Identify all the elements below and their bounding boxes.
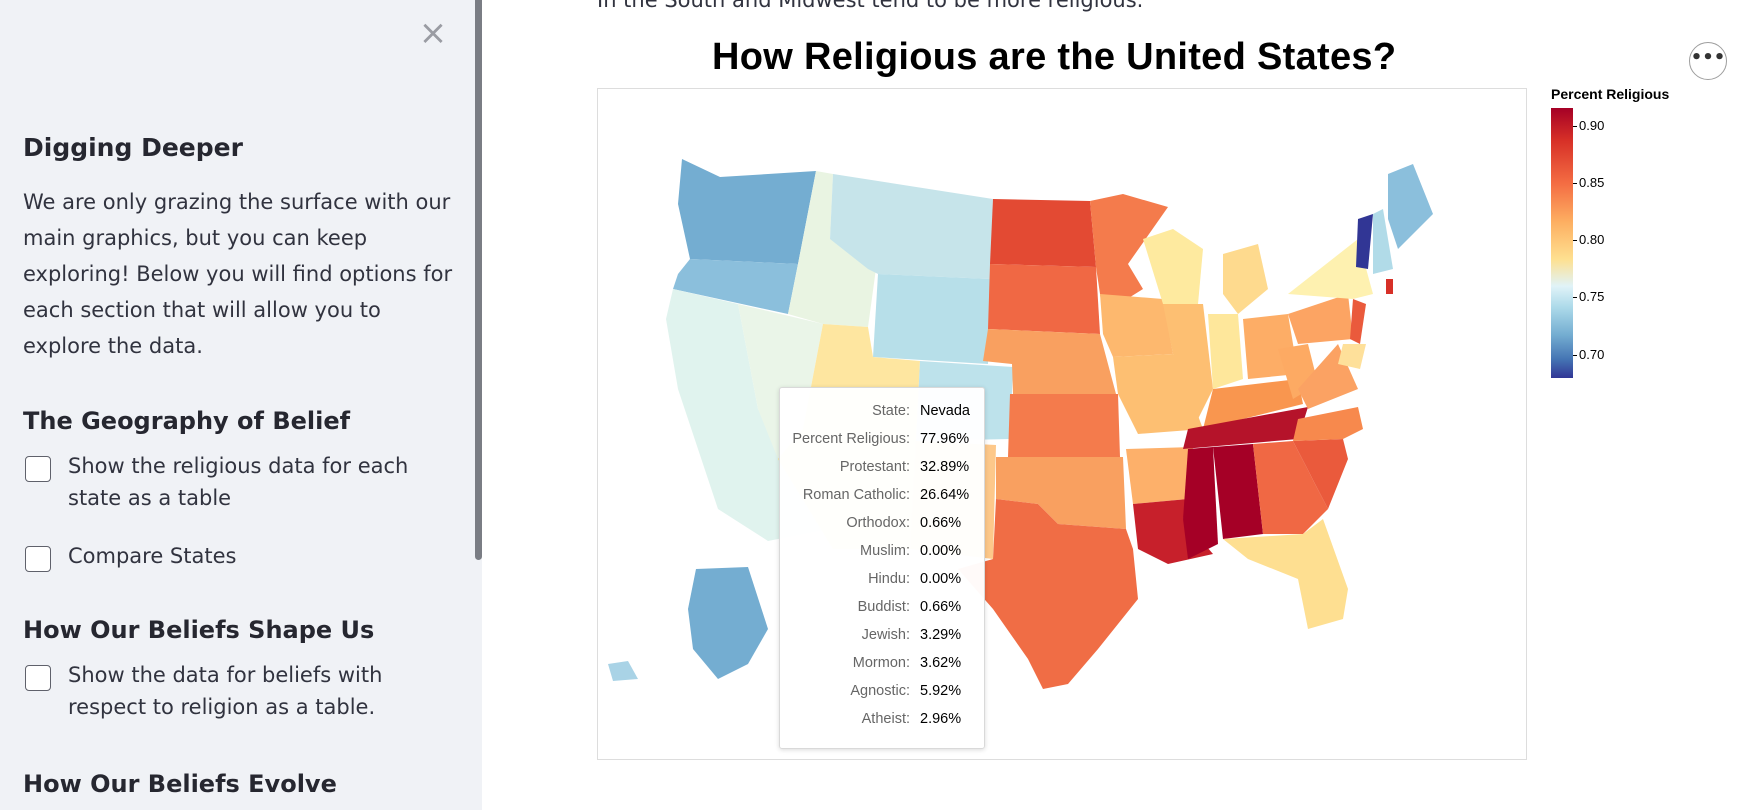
state-new-jersey[interactable] — [1350, 299, 1366, 344]
state-maine[interactable] — [1388, 164, 1433, 249]
tooltip-value: 0.66% — [920, 515, 962, 531]
tooltip-key: Roman Catholic: — [802, 487, 910, 503]
sidebar-heading: Digging Deeper — [23, 133, 243, 162]
checkbox-label: Show the religious data for each state a… — [68, 454, 409, 510]
tooltip-key: Buddist: — [857, 599, 910, 615]
tooltip-key: Muslim: — [860, 543, 910, 559]
section-title-beliefs-evolve: How Our Beliefs Evolve — [23, 770, 337, 798]
state-tooltip: State: Nevada Percent Religious: 77.96% Pr… — [779, 387, 985, 749]
state-mississippi[interactable] — [1183, 447, 1218, 559]
section-title-beliefs-shape: How Our Beliefs Shape Us — [23, 616, 375, 644]
state-kansas[interactable] — [1008, 394, 1120, 457]
tooltip-row: State: Nevada — [780, 403, 984, 423]
tooltip-row: Hindu: 0.00% — [780, 571, 984, 591]
tooltip-value: 2.96% — [920, 711, 962, 727]
state-wisconsin[interactable] — [1143, 229, 1203, 304]
main-content: In the South and Midwest tend to be more… — [482, 0, 1745, 810]
checkbox-box[interactable] — [25, 456, 51, 482]
tooltip-row: Buddist: 0.66% — [780, 599, 984, 619]
color-legend: Percent Religious 0.90 0.85 0.80 0.75 0.… — [1551, 86, 1670, 378]
legend-tick — [1573, 297, 1577, 298]
tooltip-key: Jewish: — [861, 627, 910, 643]
tooltip-value: Nevada — [920, 403, 970, 419]
sidebar-intro: We are only grazing the surface with our… — [23, 190, 453, 358]
checkbox-box[interactable] — [25, 665, 51, 691]
tooltip-row: Agnostic: 5.92% — [780, 683, 984, 703]
tooltip-row: Percent Religious: 77.96% — [780, 431, 984, 451]
tooltip-key: Hindu: — [868, 571, 910, 587]
checkbox-box[interactable] — [25, 546, 51, 572]
tooltip-value: 0.66% — [920, 599, 962, 615]
tooltip-key: Agnostic: — [850, 683, 910, 699]
tooltip-value: 26.64% — [920, 487, 970, 503]
tooltip-row: Atheist: 2.96% — [780, 711, 984, 731]
state-indiana[interactable] — [1208, 314, 1243, 389]
state-michigan[interactable] — [1223, 244, 1268, 314]
state-north-dakota[interactable] — [990, 199, 1096, 267]
chart-title: How Religious are the United States? — [712, 36, 1397, 78]
tooltip-key: Atheist: — [861, 711, 910, 727]
intro-text: In the South and Midwest tend to be more… — [597, 0, 1144, 12]
state-alaska[interactable] — [688, 567, 768, 679]
tooltip-row: Muslim: 0.00% — [780, 543, 984, 563]
state-rhode-island[interactable] — [1386, 279, 1393, 294]
legend-label: 0.85 — [1579, 175, 1605, 190]
tooltip-row: Jewish: 3.29% — [780, 627, 984, 647]
state-hawaii[interactable] — [608, 661, 638, 681]
tooltip-key: Orthodox: — [846, 515, 910, 531]
state-south-dakota[interactable] — [988, 264, 1100, 334]
state-washington[interactable] — [678, 159, 816, 264]
section-title-geography: The Geography of Belief — [23, 407, 351, 435]
legend-label: 0.80 — [1579, 232, 1605, 247]
tooltip-value: 32.89% — [920, 459, 970, 475]
tooltip-row: Roman Catholic: 26.64% — [780, 487, 984, 507]
state-iowa[interactable] — [1100, 294, 1173, 357]
state-wyoming[interactable] — [873, 274, 990, 364]
choropleth-map[interactable] — [597, 88, 1527, 760]
state-arkansas[interactable] — [1126, 447, 1193, 504]
legend-tick — [1573, 183, 1577, 184]
tooltip-key: State: — [872, 403, 910, 419]
legend-gradient — [1551, 108, 1573, 378]
state-pennsylvania[interactable] — [1288, 294, 1353, 344]
sidebar: × Digging Deeper We are only grazing the… — [0, 0, 482, 810]
tooltip-value: 5.92% — [920, 683, 962, 699]
legend-label: 0.75 — [1579, 289, 1605, 304]
tooltip-value: 0.00% — [920, 571, 962, 587]
state-vermont[interactable] — [1356, 214, 1373, 269]
tooltip-row: Mormon: 3.62% — [780, 655, 984, 675]
legend-tick — [1573, 240, 1577, 241]
chart-actions-menu-button[interactable]: ••• — [1689, 42, 1727, 80]
tooltip-value: 77.96% — [920, 431, 970, 447]
close-sidebar-button[interactable]: × — [418, 16, 448, 50]
tooltip-value: 0.00% — [920, 543, 962, 559]
legend-title: Percent Religious — [1551, 86, 1670, 102]
checkbox-label: Show the data for beliefs with respect t… — [68, 663, 383, 719]
tooltip-row: Protestant: 32.89% — [780, 459, 984, 479]
legend-label: 0.70 — [1579, 347, 1605, 362]
checkbox-show-beliefs-table[interactable]: Show the data for beliefs with respect t… — [25, 659, 438, 723]
checkbox-label: Compare States — [68, 544, 237, 568]
tooltip-key: Protestant: — [839, 459, 910, 475]
us-map-svg[interactable] — [598, 89, 1526, 759]
tooltip-value: 3.62% — [920, 655, 962, 671]
legend-tick — [1573, 126, 1577, 127]
tooltip-row: Orthodox: 0.66% — [780, 515, 984, 535]
sidebar-scrollbar[interactable] — [475, 0, 482, 560]
legend-label: 0.90 — [1579, 118, 1605, 133]
legend-tick — [1573, 355, 1577, 356]
tooltip-key: Mormon: — [852, 655, 910, 671]
tooltip-value: 3.29% — [920, 627, 962, 643]
checkbox-show-state-table[interactable]: Show the religious data for each state a… — [25, 450, 438, 514]
tooltip-key: Percent Religious: — [792, 431, 910, 447]
checkbox-compare-states[interactable]: Compare States — [25, 540, 438, 572]
